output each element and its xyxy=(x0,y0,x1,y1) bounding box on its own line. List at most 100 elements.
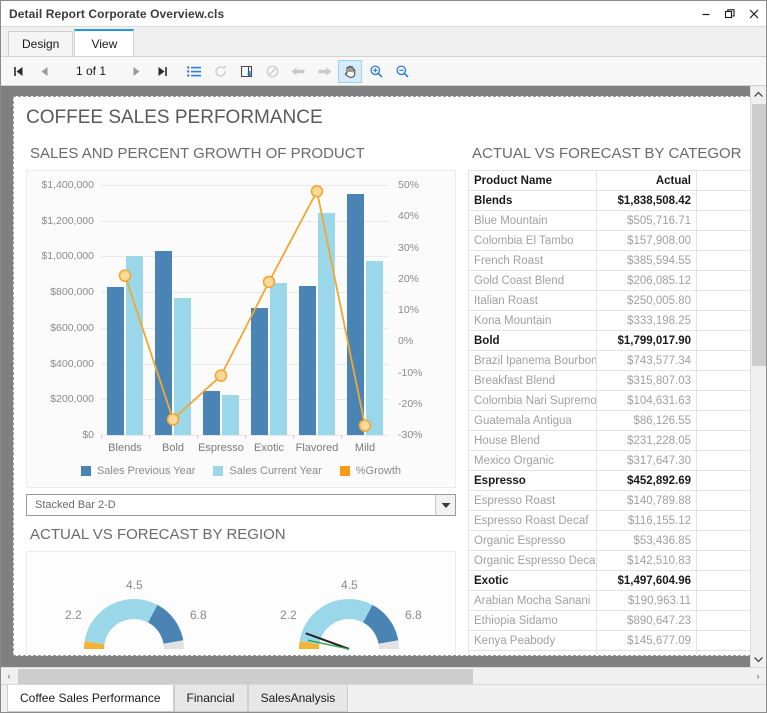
x-axis-tick-label: Flavored xyxy=(293,442,341,454)
horizontal-scroll-thumb[interactable] xyxy=(18,669,473,684)
export-icon[interactable] xyxy=(234,60,258,83)
sheet-tab-coffee-sales-performance[interactable]: Coffee Sales Performance xyxy=(7,685,174,712)
table-row[interactable]: Gold Coast Blend$206,085.12$3 xyxy=(469,271,752,291)
first-page-icon[interactable] xyxy=(6,60,30,83)
last-page-icon[interactable] xyxy=(150,60,174,83)
horizontal-scrollbar[interactable]: ‹ › xyxy=(1,667,766,684)
cell-forecast: $2 xyxy=(697,291,752,311)
legend-label: Sales Current Year xyxy=(229,465,321,477)
cell-product-name: Arabian Mocha Sanani xyxy=(469,591,597,611)
scroll-up-icon[interactable] xyxy=(751,86,766,102)
stop-icon[interactable] xyxy=(260,60,284,83)
table-row[interactable]: Espresso Roast Decaf$116,155.12$1 xyxy=(469,511,752,531)
legend-swatch xyxy=(340,466,350,476)
cell-actual: $1,838,508.42 xyxy=(597,191,697,211)
cell-actual: $206,085.12 xyxy=(597,271,697,291)
chart-type-dropdown[interactable]: Stacked Bar 2-D xyxy=(26,494,456,516)
cell-product-name: Espresso xyxy=(469,471,597,491)
gauge-min-label: 2.2 xyxy=(280,608,297,622)
cell-product-name: Brazil Ipanema Bourbon xyxy=(469,351,597,371)
table-row[interactable]: Italian Roast$250,005.80$2 xyxy=(469,291,752,311)
table-row[interactable]: Bold$1,799,017.90$2,0 xyxy=(469,331,752,351)
tab-view[interactable]: View xyxy=(74,29,134,56)
table-row[interactable]: House Blend$231,228.05$3 xyxy=(469,431,752,451)
gauge-mid-label: 4.5 xyxy=(341,578,358,592)
scroll-left-icon[interactable]: ‹ xyxy=(1,668,17,684)
previous-page-icon[interactable] xyxy=(32,60,56,83)
table-row[interactable]: Mexico Organic$317,647.30$3 xyxy=(469,451,752,471)
legend-swatch xyxy=(213,466,223,476)
cell-product-name: Gold Coast Blend xyxy=(469,271,597,291)
table-row[interactable]: Ethiopia Sidamo$890,647.23$7 xyxy=(469,611,752,631)
table-row[interactable]: Arabian Mocha Sanani$190,963.11$3 xyxy=(469,591,752,611)
table-header-row: Product Name Actual xyxy=(469,171,752,191)
cell-forecast: $8 xyxy=(697,351,752,371)
table-row[interactable]: Blue Mountain$505,716.71$5 xyxy=(469,211,752,231)
cell-product-name: Organic Espresso Decaf xyxy=(469,551,597,571)
chart-legend-item: Sales Current Year xyxy=(213,465,321,477)
toc-icon[interactable] xyxy=(182,60,206,83)
cell-product-name: Breakfast Blend xyxy=(469,371,597,391)
table-row[interactable]: Colombia El Tambo$157,908.00$3 xyxy=(469,231,752,251)
cell-product-name: Colombia Nari Supremo xyxy=(469,391,597,411)
tab-design[interactable]: Design xyxy=(8,31,73,56)
zoom-out-icon[interactable] xyxy=(390,60,414,83)
sheet-tab-financial[interactable]: Financial xyxy=(174,685,248,712)
region-section-title: ACTUAL VS FORECAST BY REGION xyxy=(30,526,458,543)
table-row[interactable]: Organic Espresso$53,436.85$ xyxy=(469,531,752,551)
x-axis-tick-label: Espresso xyxy=(197,442,245,454)
growth-data-point xyxy=(264,276,275,287)
column-header-forecast[interactable] xyxy=(697,171,752,191)
cell-actual: $231,228.05 xyxy=(597,431,697,451)
refresh-icon[interactable] xyxy=(208,60,232,83)
zoom-in-icon[interactable] xyxy=(364,60,388,83)
gauge-max-label: 6.8 xyxy=(190,608,207,622)
scroll-down-icon[interactable] xyxy=(751,651,766,667)
column-header-actual[interactable]: Actual xyxy=(597,171,697,191)
title-bar: Detail Report Corporate Overview.cls xyxy=(1,1,766,27)
table-row[interactable]: Brazil Ipanema Bourbon$743,577.34$8 xyxy=(469,351,752,371)
table-row[interactable]: Organic Espresso Decaf$142,510.83$3 xyxy=(469,551,752,571)
back-icon[interactable] xyxy=(286,60,310,83)
pan-icon[interactable] xyxy=(338,60,362,83)
y2-axis-tick-label: -30% xyxy=(398,429,423,441)
y-axis-tick-label: $800,000 xyxy=(50,286,94,298)
table-row[interactable]: Breakfast Blend$315,807.03$3 xyxy=(469,371,752,391)
forward-icon[interactable] xyxy=(312,60,336,83)
cell-actual: $104,631.63 xyxy=(597,391,697,411)
gauge-band-mid xyxy=(300,599,373,644)
cell-forecast: $3 xyxy=(697,591,752,611)
report-surface: COFFEE SALES PERFORMANCE SALES AND PERCE… xyxy=(1,86,766,667)
chart-section-title: SALES AND PERCENT GROWTH OF PRODUCT xyxy=(30,145,458,162)
table-row[interactable]: Blends$1,838,508.42$2,2 xyxy=(469,191,752,211)
table-row[interactable]: French Roast$385,594.55$3 xyxy=(469,251,752,271)
vertical-scroll-thumb[interactable] xyxy=(752,104,766,366)
cell-forecast: $7 xyxy=(697,471,752,491)
report-viewer-window: Detail Report Corporate Overview.cls Des… xyxy=(0,0,767,713)
vertical-scrollbar[interactable] xyxy=(750,86,766,667)
table-row[interactable]: Espresso$452,892.69$7 xyxy=(469,471,752,491)
scroll-right-icon[interactable]: › xyxy=(750,668,766,684)
table-row[interactable]: Kona Mountain$333,198.25$3 xyxy=(469,311,752,331)
minimize-icon[interactable] xyxy=(694,2,718,26)
cell-actual: $385,594.55 xyxy=(597,251,697,271)
page-indicator[interactable]: 1 of 1 xyxy=(58,64,124,78)
y2-axis-tick-label: 20% xyxy=(398,273,419,285)
close-icon[interactable] xyxy=(742,2,766,26)
cell-product-name: House Blend xyxy=(469,431,597,451)
next-page-icon[interactable] xyxy=(124,60,148,83)
cell-forecast: $1 xyxy=(697,511,752,531)
table-row[interactable]: Espresso Roast$140,789.88$1 xyxy=(469,491,752,511)
table-row[interactable]: Exotic$1,497,604.96$1,5 xyxy=(469,571,752,591)
table-row[interactable]: Colombia Nari Supremo$104,631.63$ xyxy=(469,391,752,411)
sheet-tab-salesanalysis[interactable]: SalesAnalysis xyxy=(248,685,349,712)
ribbon-tabstrip: Design View xyxy=(1,27,766,57)
table-row[interactable]: Kenya Peabody$145,677.09$1 xyxy=(469,631,752,651)
column-header-product-name[interactable]: Product Name xyxy=(469,171,597,191)
table-row[interactable]: Rift Valley Blend$213,469.99$2 xyxy=(469,651,752,657)
table-row[interactable]: Guatemala Antigua$86,126.55$ xyxy=(469,411,752,431)
chart-legend-item: %Growth xyxy=(340,465,401,477)
restore-icon[interactable] xyxy=(718,2,742,26)
cell-forecast: $3 xyxy=(697,231,752,251)
chevron-down-icon[interactable] xyxy=(435,495,455,515)
